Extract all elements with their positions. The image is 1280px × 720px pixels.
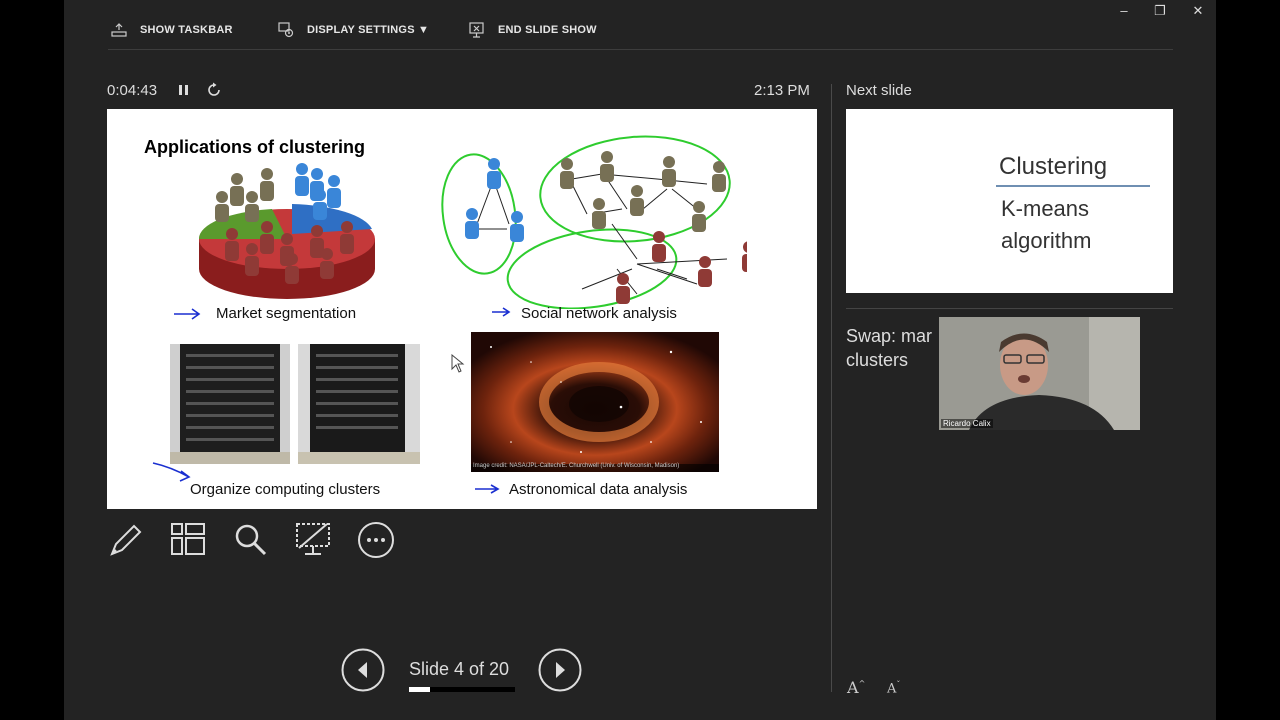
notes-divider — [846, 308, 1173, 309]
black-screen-icon[interactable] — [293, 520, 333, 560]
slide-progress-fill — [409, 687, 431, 692]
close-button[interactable]: ✕ — [1188, 3, 1208, 21]
display-settings-label: DISPLAY SETTINGS ▼ — [307, 24, 430, 36]
slide-counter[interactable]: Slide 4 of 20 — [409, 659, 509, 680]
restart-timer-icon[interactable] — [206, 82, 222, 98]
taskbar-icon — [111, 23, 127, 37]
image-credit: Image credit: NASA/JPL-Caltech/E. Church… — [473, 463, 680, 469]
top-toolbar: SHOW TASKBAR DISPLAY SETTINGS ▼ END SLID… — [64, 0, 1216, 50]
current-slide[interactable]: Applications of clustering Market segmen… — [107, 109, 817, 509]
zoom-icon[interactable] — [231, 520, 271, 560]
end-slide-show-button[interactable]: END SLIDE SHOW — [468, 19, 597, 41]
slide-title: Applications of clustering — [144, 137, 366, 157]
mouse-cursor-icon — [451, 354, 465, 373]
next-slide-label: Next slide — [846, 82, 912, 99]
decrease-font-button[interactable]: Aˇ — [887, 680, 900, 696]
annotation-arrow-4 — [475, 484, 500, 494]
minimize-button[interactable]: – — [1114, 3, 1134, 21]
panel-divider[interactable] — [831, 84, 832, 692]
next-slide-button[interactable] — [538, 648, 582, 692]
speaker-notes[interactable]: Swap: mar clusters — [846, 324, 942, 372]
social-network-illustration — [441, 135, 747, 309]
webcam-name-label: Ricardo Calix — [941, 419, 993, 428]
pen-tool-icon[interactable] — [106, 520, 146, 560]
increase-font-button[interactable]: A^ — [847, 678, 865, 697]
show-taskbar-button[interactable]: SHOW TASKBAR — [110, 19, 233, 41]
label-social-network: Social network analysis — [521, 305, 677, 322]
webcam-overlay[interactable]: Ricardo Calix — [939, 317, 1140, 430]
next-slide-subtitle: K-means algorithm — [1001, 196, 1092, 253]
restore-button[interactable]: ❐ — [1150, 3, 1170, 21]
next-slide-preview[interactable]: Clustering K-means algorithm — [846, 109, 1173, 293]
presenter-view: SHOW TASKBAR DISPLAY SETTINGS ▼ END SLID… — [64, 0, 1216, 720]
presenter-video — [939, 317, 1140, 430]
display-settings-icon — [278, 22, 294, 38]
show-taskbar-label: SHOW TASKBAR — [140, 24, 233, 36]
more-options-icon[interactable] — [356, 520, 396, 560]
annotation-arrow-1 — [174, 308, 201, 320]
increase-font-label: A — [847, 678, 859, 697]
see-all-slides-icon[interactable] — [168, 520, 208, 560]
end-show-icon — [469, 22, 484, 38]
next-slide-title: Clustering — [999, 153, 1108, 180]
market-pie-illustration — [198, 163, 375, 299]
next-slide-title-underline — [996, 185, 1150, 187]
display-settings-button[interactable]: DISPLAY SETTINGS ▼ — [277, 19, 429, 41]
label-computing-clusters: Organize computing clusters — [190, 481, 381, 498]
server-racks-image — [170, 344, 420, 464]
label-market-segmentation: Market segmentation — [216, 305, 357, 322]
astronomy-image — [471, 332, 719, 472]
elapsed-timer: 0:04:43 — [107, 82, 158, 99]
annotation-arrow-3 — [152, 462, 191, 482]
decrease-font-label: A — [887, 681, 897, 697]
annotation-arrow-2 — [492, 307, 511, 317]
previous-slide-button[interactable] — [341, 648, 385, 692]
label-astronomical: Astronomical data analysis — [509, 481, 688, 498]
toolbar-divider — [108, 49, 1173, 50]
slide-progress-bar — [409, 687, 515, 692]
pause-icon[interactable] — [176, 82, 192, 98]
end-slide-show-label: END SLIDE SHOW — [498, 24, 597, 36]
clock: 2:13 PM — [754, 82, 810, 99]
